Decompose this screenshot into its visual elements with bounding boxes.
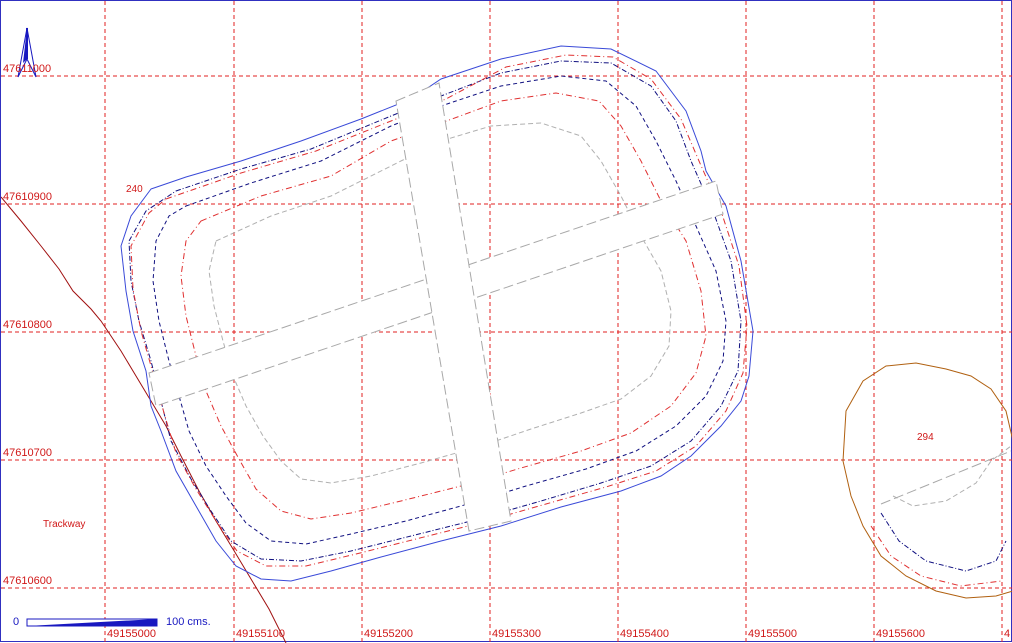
site-294-boundary: [842, 362, 1012, 599]
easting-label: 49155400: [620, 628, 669, 640]
scale-bar-zero-label: 0: [13, 616, 19, 628]
easting-labels: 49155000 49155100 49155200 49155300 4915…: [107, 628, 1010, 640]
scale-bar: 0 100 cms.: [13, 616, 211, 628]
scale-bar-length-label: 100 cms.: [166, 616, 211, 628]
northing-label: 47610700: [3, 447, 52, 459]
map-drawing: 0 100 cms. 47611000 47610900 47610800 47…: [1, 1, 1012, 643]
easting-label: 49155300: [492, 628, 541, 640]
section-trenches: [148, 82, 724, 532]
grid-lines: [1, 1, 1012, 643]
site-294-label: 294: [917, 432, 934, 443]
site-294-contour-red: [870, 525, 1002, 587]
northing-label: 47610900: [3, 191, 52, 203]
northing-labels: 47611000 47610900 47610800 47610700 4761…: [3, 63, 52, 587]
northing-label: 47610800: [3, 319, 52, 331]
easting-label: 4: [1004, 628, 1010, 640]
site-294-contour-grey: [892, 445, 1012, 507]
site-294-contour-navy: [880, 512, 1007, 572]
northing-label: 47611000: [3, 63, 51, 75]
map-canvas[interactable]: 0 100 cms. 47611000 47610900 47610800 47…: [0, 0, 1012, 643]
easting-label: 49155500: [748, 628, 797, 640]
trackway-label: Trackway: [43, 519, 85, 530]
site-number-label: 240: [126, 184, 143, 195]
northing-label: 47610600: [3, 575, 52, 587]
easting-label: 49155100: [236, 628, 285, 640]
site-294-section-line: [880, 450, 1012, 505]
easting-label: 49155000: [107, 628, 156, 640]
easting-label: 49155600: [876, 628, 925, 640]
easting-label: 49155200: [364, 628, 413, 640]
